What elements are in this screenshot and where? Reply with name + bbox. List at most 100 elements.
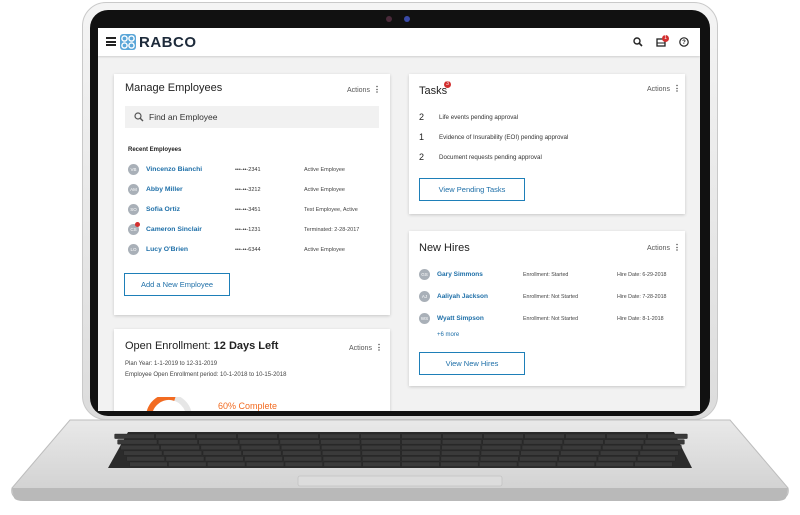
employee-status: Active Employee bbox=[304, 187, 345, 193]
keyboard-key bbox=[281, 445, 321, 451]
manage-employees-title: Manage Employees bbox=[125, 82, 223, 94]
keyboard-key bbox=[237, 433, 278, 439]
new-hire-name-link[interactable]: Wyatt Simpson bbox=[437, 315, 484, 322]
keyboard-key bbox=[200, 445, 240, 451]
employee-name-link[interactable]: Vincenzo Bianchi bbox=[146, 166, 202, 173]
open-enrollment-card: Open Enrollment: 12 Days Left Actions ⋮ P… bbox=[114, 329, 390, 411]
new-hires-actions[interactable]: Actions ⋮ bbox=[647, 243, 681, 252]
keyboard-key bbox=[524, 433, 565, 439]
new-hire-row[interactable]: AJ Aaliyah Jackson Enrollment: Not Start… bbox=[419, 291, 679, 305]
app-header: RABCO 1 ? bbox=[98, 28, 700, 56]
kebab-icon: ⋮ bbox=[672, 243, 681, 252]
employee-row[interactable]: LO Lucy O'Brien •••-••-6344 Active Emplo… bbox=[128, 244, 368, 258]
keyboard-key bbox=[401, 439, 442, 445]
keyboard-key bbox=[595, 461, 634, 467]
task-text: Life events pending approval bbox=[439, 114, 519, 121]
task-item[interactable]: 2 Life events pending approval bbox=[419, 112, 669, 126]
inbox-icon[interactable]: 1 bbox=[654, 35, 669, 49]
employee-status: Terminated: 2-28-2017 bbox=[304, 227, 360, 233]
keyboard-key bbox=[117, 439, 158, 445]
hamburger-menu-icon[interactable] bbox=[106, 37, 116, 46]
new-hires-card: New Hires Actions ⋮ GS Gary Simmons Enrol… bbox=[409, 231, 685, 386]
employee-row[interactable]: AM Abby Miller •••-••-3212 Active Employ… bbox=[128, 184, 368, 198]
keyboard-key bbox=[642, 445, 682, 451]
search-icon[interactable] bbox=[631, 35, 645, 49]
view-new-hires-button[interactable]: View New Hires bbox=[419, 352, 525, 375]
keyboard-key bbox=[480, 450, 520, 456]
tasks-actions[interactable]: Actions ⋮ bbox=[647, 84, 681, 93]
employee-row[interactable]: CS Cameron Sinclair •••-••-1231 Terminat… bbox=[128, 222, 368, 238]
keyboard-key bbox=[320, 439, 361, 445]
keyboard-key bbox=[239, 439, 279, 445]
avatar: SO bbox=[128, 204, 139, 215]
employee-search-input[interactable]: Find an Employee bbox=[125, 106, 379, 128]
keyboard-key bbox=[440, 456, 480, 462]
employee-name-link[interactable]: Abby Miller bbox=[146, 186, 183, 193]
task-text: Evidence of Insurability (EOI) pending a… bbox=[439, 134, 569, 141]
keyboard-key bbox=[602, 445, 642, 451]
keyboard-key bbox=[240, 445, 281, 451]
keyboard-key bbox=[606, 433, 647, 439]
keyboard-key bbox=[360, 439, 401, 445]
tasks-badge: 3 bbox=[444, 81, 451, 88]
task-count: 2 bbox=[419, 112, 425, 122]
keyboard-key bbox=[362, 456, 401, 462]
view-pending-tasks-button[interactable]: View Pending Tasks bbox=[419, 178, 525, 201]
keyboard-key bbox=[637, 456, 676, 462]
actions-label: Actions bbox=[647, 86, 670, 93]
keyboard-key bbox=[129, 461, 168, 467]
recent-employees-label: Recent Employees bbox=[128, 147, 182, 153]
employee-status: Test Employee, Active bbox=[304, 207, 358, 213]
keyboard-key bbox=[441, 450, 480, 456]
keyboard-key bbox=[482, 439, 523, 445]
keyboard-key bbox=[323, 461, 362, 467]
keyboard-key bbox=[401, 456, 440, 462]
keyboard-key bbox=[283, 456, 323, 462]
new-hire-name-link[interactable]: Gary Simmons bbox=[437, 271, 483, 278]
progress-ring-fill bbox=[146, 397, 176, 411]
open-enrollment-title: Open Enrollment: 12 Days Left bbox=[125, 340, 278, 352]
plan-year: Plan Year: 1-1-2019 to 12-31-2019 bbox=[125, 361, 218, 367]
help-icon[interactable]: ? bbox=[677, 35, 691, 49]
keyboard-key bbox=[322, 450, 361, 456]
task-item[interactable]: 2 Document requests pending approval bbox=[419, 152, 669, 166]
new-hire-row[interactable]: WS Wyatt Simpson Enrollment: Not Started… bbox=[419, 313, 679, 327]
manage-employees-actions[interactable]: Actions ⋮ bbox=[347, 85, 381, 94]
actions-label: Actions bbox=[347, 87, 370, 94]
keyboard-key bbox=[600, 450, 639, 456]
employee-row[interactable]: SO Sofia Ortiz •••-••-3451 Test Employee… bbox=[128, 204, 368, 218]
svg-text:?: ? bbox=[682, 40, 686, 46]
avatar: VB bbox=[128, 164, 139, 175]
new-hire-enrollment: Enrollment: Not Started bbox=[523, 294, 579, 300]
open-enrollment-title-prefix: Open Enrollment: bbox=[125, 340, 214, 352]
keyboard-key bbox=[634, 461, 673, 467]
brand-logo[interactable]: RABCO bbox=[120, 34, 197, 51]
employee-name-link[interactable]: Sofia Ortiz bbox=[146, 206, 180, 213]
task-item[interactable]: 1 Evidence of Insurability (EOI) pending… bbox=[419, 132, 669, 146]
avatar: AM bbox=[128, 184, 139, 195]
add-employee-button[interactable]: Add a New Employee bbox=[124, 273, 230, 296]
new-hire-name-link[interactable]: Aaliyah Jackson bbox=[437, 293, 488, 300]
more-hires-link[interactable]: +6 more bbox=[437, 332, 459, 338]
days-left: 12 Days Left bbox=[213, 340, 279, 352]
employee-name-link[interactable]: Lucy O'Brien bbox=[146, 246, 188, 253]
keyboard-key bbox=[401, 445, 441, 451]
keyboard-key bbox=[120, 445, 160, 451]
keyboard-key bbox=[483, 433, 524, 439]
keyboard-key bbox=[442, 439, 482, 445]
employee-row[interactable]: VB Vincenzo Bianchi •••-••-2341 Active E… bbox=[128, 164, 368, 178]
keyboard-key bbox=[279, 439, 320, 445]
task-text: Document requests pending approval bbox=[439, 154, 542, 161]
employee-name-link[interactable]: Cameron Sinclair bbox=[146, 226, 202, 233]
kebab-icon: ⋮ bbox=[372, 85, 381, 94]
open-enrollment-actions[interactable]: Actions ⋮ bbox=[349, 343, 383, 352]
tasks-title: Tasks bbox=[419, 85, 448, 97]
kebab-icon: ⋮ bbox=[672, 84, 681, 93]
avatar: WS bbox=[419, 313, 430, 324]
new-hire-row[interactable]: GS Gary Simmons Enrollment: Started Hire… bbox=[419, 269, 679, 283]
keyboard-key bbox=[204, 456, 244, 462]
keyboard-key bbox=[597, 456, 637, 462]
task-count: 1 bbox=[419, 132, 425, 142]
new-hire-date: Hire Date: 8-1-2018 bbox=[617, 316, 664, 322]
camera-icon bbox=[386, 16, 392, 22]
